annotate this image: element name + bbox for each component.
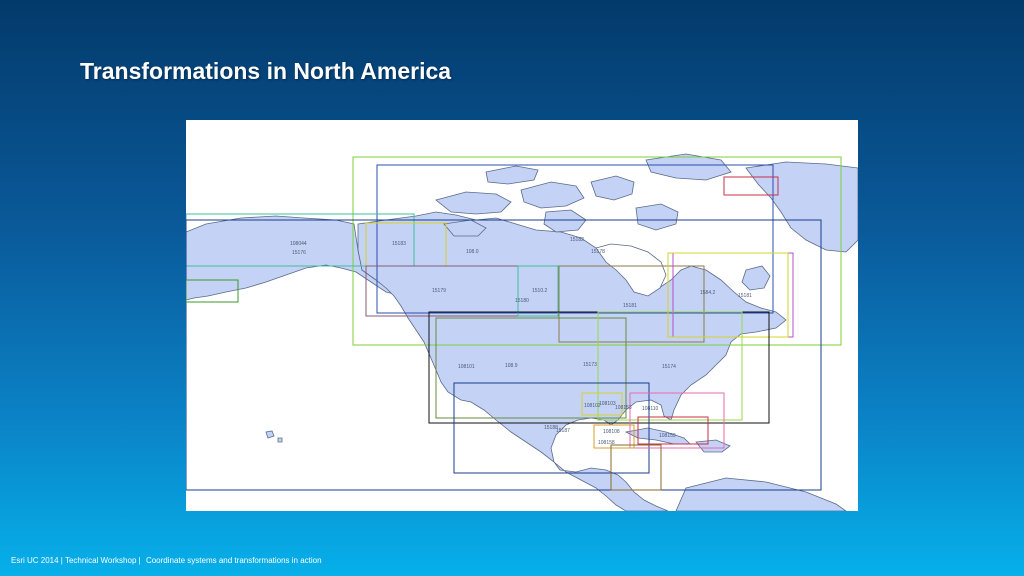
arctic-island <box>543 209 587 233</box>
zone-label: 15173 <box>583 362 597 368</box>
zone-label: 108159 <box>659 433 676 439</box>
arctic-island <box>485 165 539 185</box>
zone-label: 15187 <box>556 428 570 434</box>
footer-session-title: Coordinate systems and transformations i… <box>145 556 322 565</box>
zone-label: 1510.2 <box>532 288 548 294</box>
zone-label: 15183 <box>392 241 406 247</box>
zone-label: 15181 <box>623 303 637 309</box>
hawaii <box>265 430 275 439</box>
arctic-island <box>520 181 585 209</box>
zone-label: 108108 <box>603 429 620 435</box>
slide-title: Transformations in North America <box>80 58 452 84</box>
zone-label: 15179 <box>432 288 446 294</box>
footer-event-label: Esri UC 2014 | Technical Workshop | <box>11 556 141 565</box>
cuba <box>624 427 691 445</box>
zone-label: 15174 <box>662 364 676 370</box>
arctic-island <box>645 153 732 181</box>
zone-label: 108103 <box>599 401 616 407</box>
slide-footer: Esri UC 2014 | Technical Workshop | Coor… <box>11 556 325 565</box>
zone-label: 15176 <box>292 250 306 256</box>
arctic-island <box>590 175 635 201</box>
newfoundland <box>741 265 771 291</box>
zone-label: 15181 <box>738 293 752 299</box>
hispaniola <box>695 439 731 453</box>
zone-label: 108110 <box>642 406 659 412</box>
transformation-map: 108044 15176 15183 108.0 15182 15178 151… <box>186 120 858 511</box>
zone-label: 108158 <box>598 440 615 446</box>
zone-label: 15178 <box>591 249 605 255</box>
arctic-island <box>435 191 512 215</box>
zone-label: 108153 <box>615 405 632 411</box>
hawaii <box>277 437 283 443</box>
north-america-mainland <box>357 211 787 511</box>
zone-label: 108102 <box>584 403 601 409</box>
map-svg: 108044 15176 15183 108.0 15182 15178 151… <box>186 153 858 511</box>
arctic-island <box>635 203 679 231</box>
zone-label: 108.0 <box>466 249 479 255</box>
zone-label: 15182 <box>570 237 584 243</box>
zone-label: 108044 <box>290 241 307 247</box>
zone-label: 1584.2 <box>700 290 716 296</box>
zone-label: 108.9 <box>505 363 518 369</box>
zone-label: 15180 <box>515 298 529 304</box>
land-masses <box>186 153 858 511</box>
zone-label: 108101 <box>458 364 475 370</box>
